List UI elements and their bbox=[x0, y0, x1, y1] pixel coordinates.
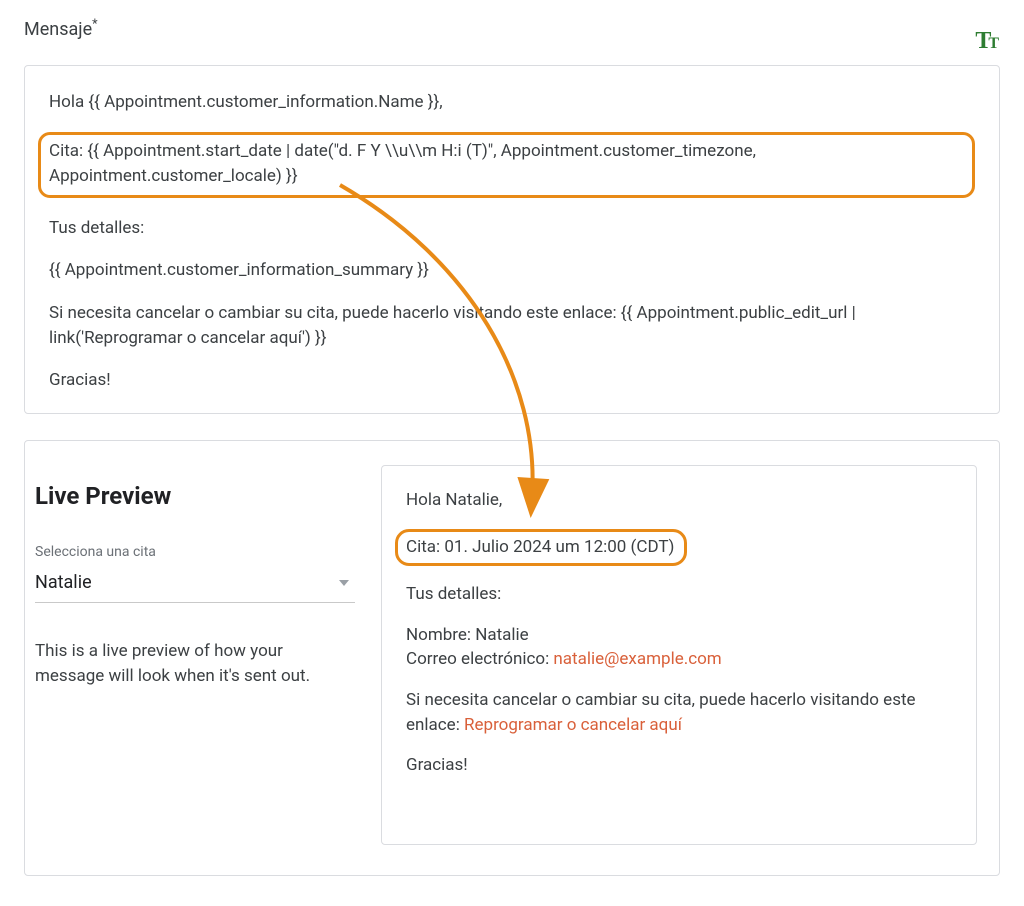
editor-details-body: {{ Appointment.customer_information_summ… bbox=[49, 258, 975, 283]
text-formatting-icon[interactable]: TT bbox=[975, 24, 1000, 59]
preview-thanks: Gracias! bbox=[406, 753, 952, 778]
preview-cita-highlight: Cita: 01. Julio 2024 um 12:00 (CDT) bbox=[395, 529, 687, 567]
editor-cita-text: Cita: {{ Appointment.start_date | date("… bbox=[49, 141, 756, 186]
live-preview-panel: Live Preview Selecciona una cita Natalie… bbox=[24, 440, 1000, 876]
message-editor[interactable]: Hola {{ Appointment.customer_information… bbox=[24, 65, 1000, 414]
appointment-select[interactable]: Natalie bbox=[35, 566, 355, 603]
field-label: Mensaje* bbox=[24, 16, 98, 43]
preview-details-block: Nombre: Natalie Correo electrónico: nata… bbox=[406, 623, 952, 672]
field-label-text: Mensaje bbox=[24, 19, 92, 40]
preview-cita-text: Cita: 01. Julio 2024 um 12:00 (CDT) bbox=[406, 537, 674, 557]
editor-cita-highlight: Cita: {{ Appointment.start_date | date("… bbox=[38, 132, 975, 197]
preview-email-label: Correo electrónico: bbox=[406, 649, 553, 669]
required-asterisk: * bbox=[92, 17, 97, 32]
chevron-down-icon bbox=[339, 580, 349, 586]
editor-greeting: Hola {{ Appointment.customer_information… bbox=[49, 90, 975, 115]
live-preview-title: Live Preview bbox=[35, 479, 355, 514]
live-preview-output: Hola Natalie, Cita: 01. Julio 2024 um 12… bbox=[381, 465, 977, 845]
preview-greeting: Hola Natalie, bbox=[406, 488, 952, 513]
preview-email-link[interactable]: natalie@example.com bbox=[553, 649, 721, 669]
preview-details-header: Tus detalles: bbox=[406, 582, 952, 607]
appointment-select-value: Natalie bbox=[35, 570, 92, 596]
editor-cancel-line: Si necesita cancelar o cambiar su cita, … bbox=[49, 301, 975, 350]
live-preview-description: This is a live preview of how your messa… bbox=[35, 639, 355, 688]
preview-reschedule-link[interactable]: Reprogramar o cancelar aquí bbox=[464, 715, 682, 735]
preview-name-label: Nombre: bbox=[406, 625, 475, 645]
editor-thanks: Gracias! bbox=[49, 368, 975, 393]
appointment-select-label: Selecciona una cita bbox=[35, 542, 355, 562]
preview-name-value: Natalie bbox=[475, 625, 528, 645]
editor-details-header: Tus detalles: bbox=[49, 216, 975, 241]
